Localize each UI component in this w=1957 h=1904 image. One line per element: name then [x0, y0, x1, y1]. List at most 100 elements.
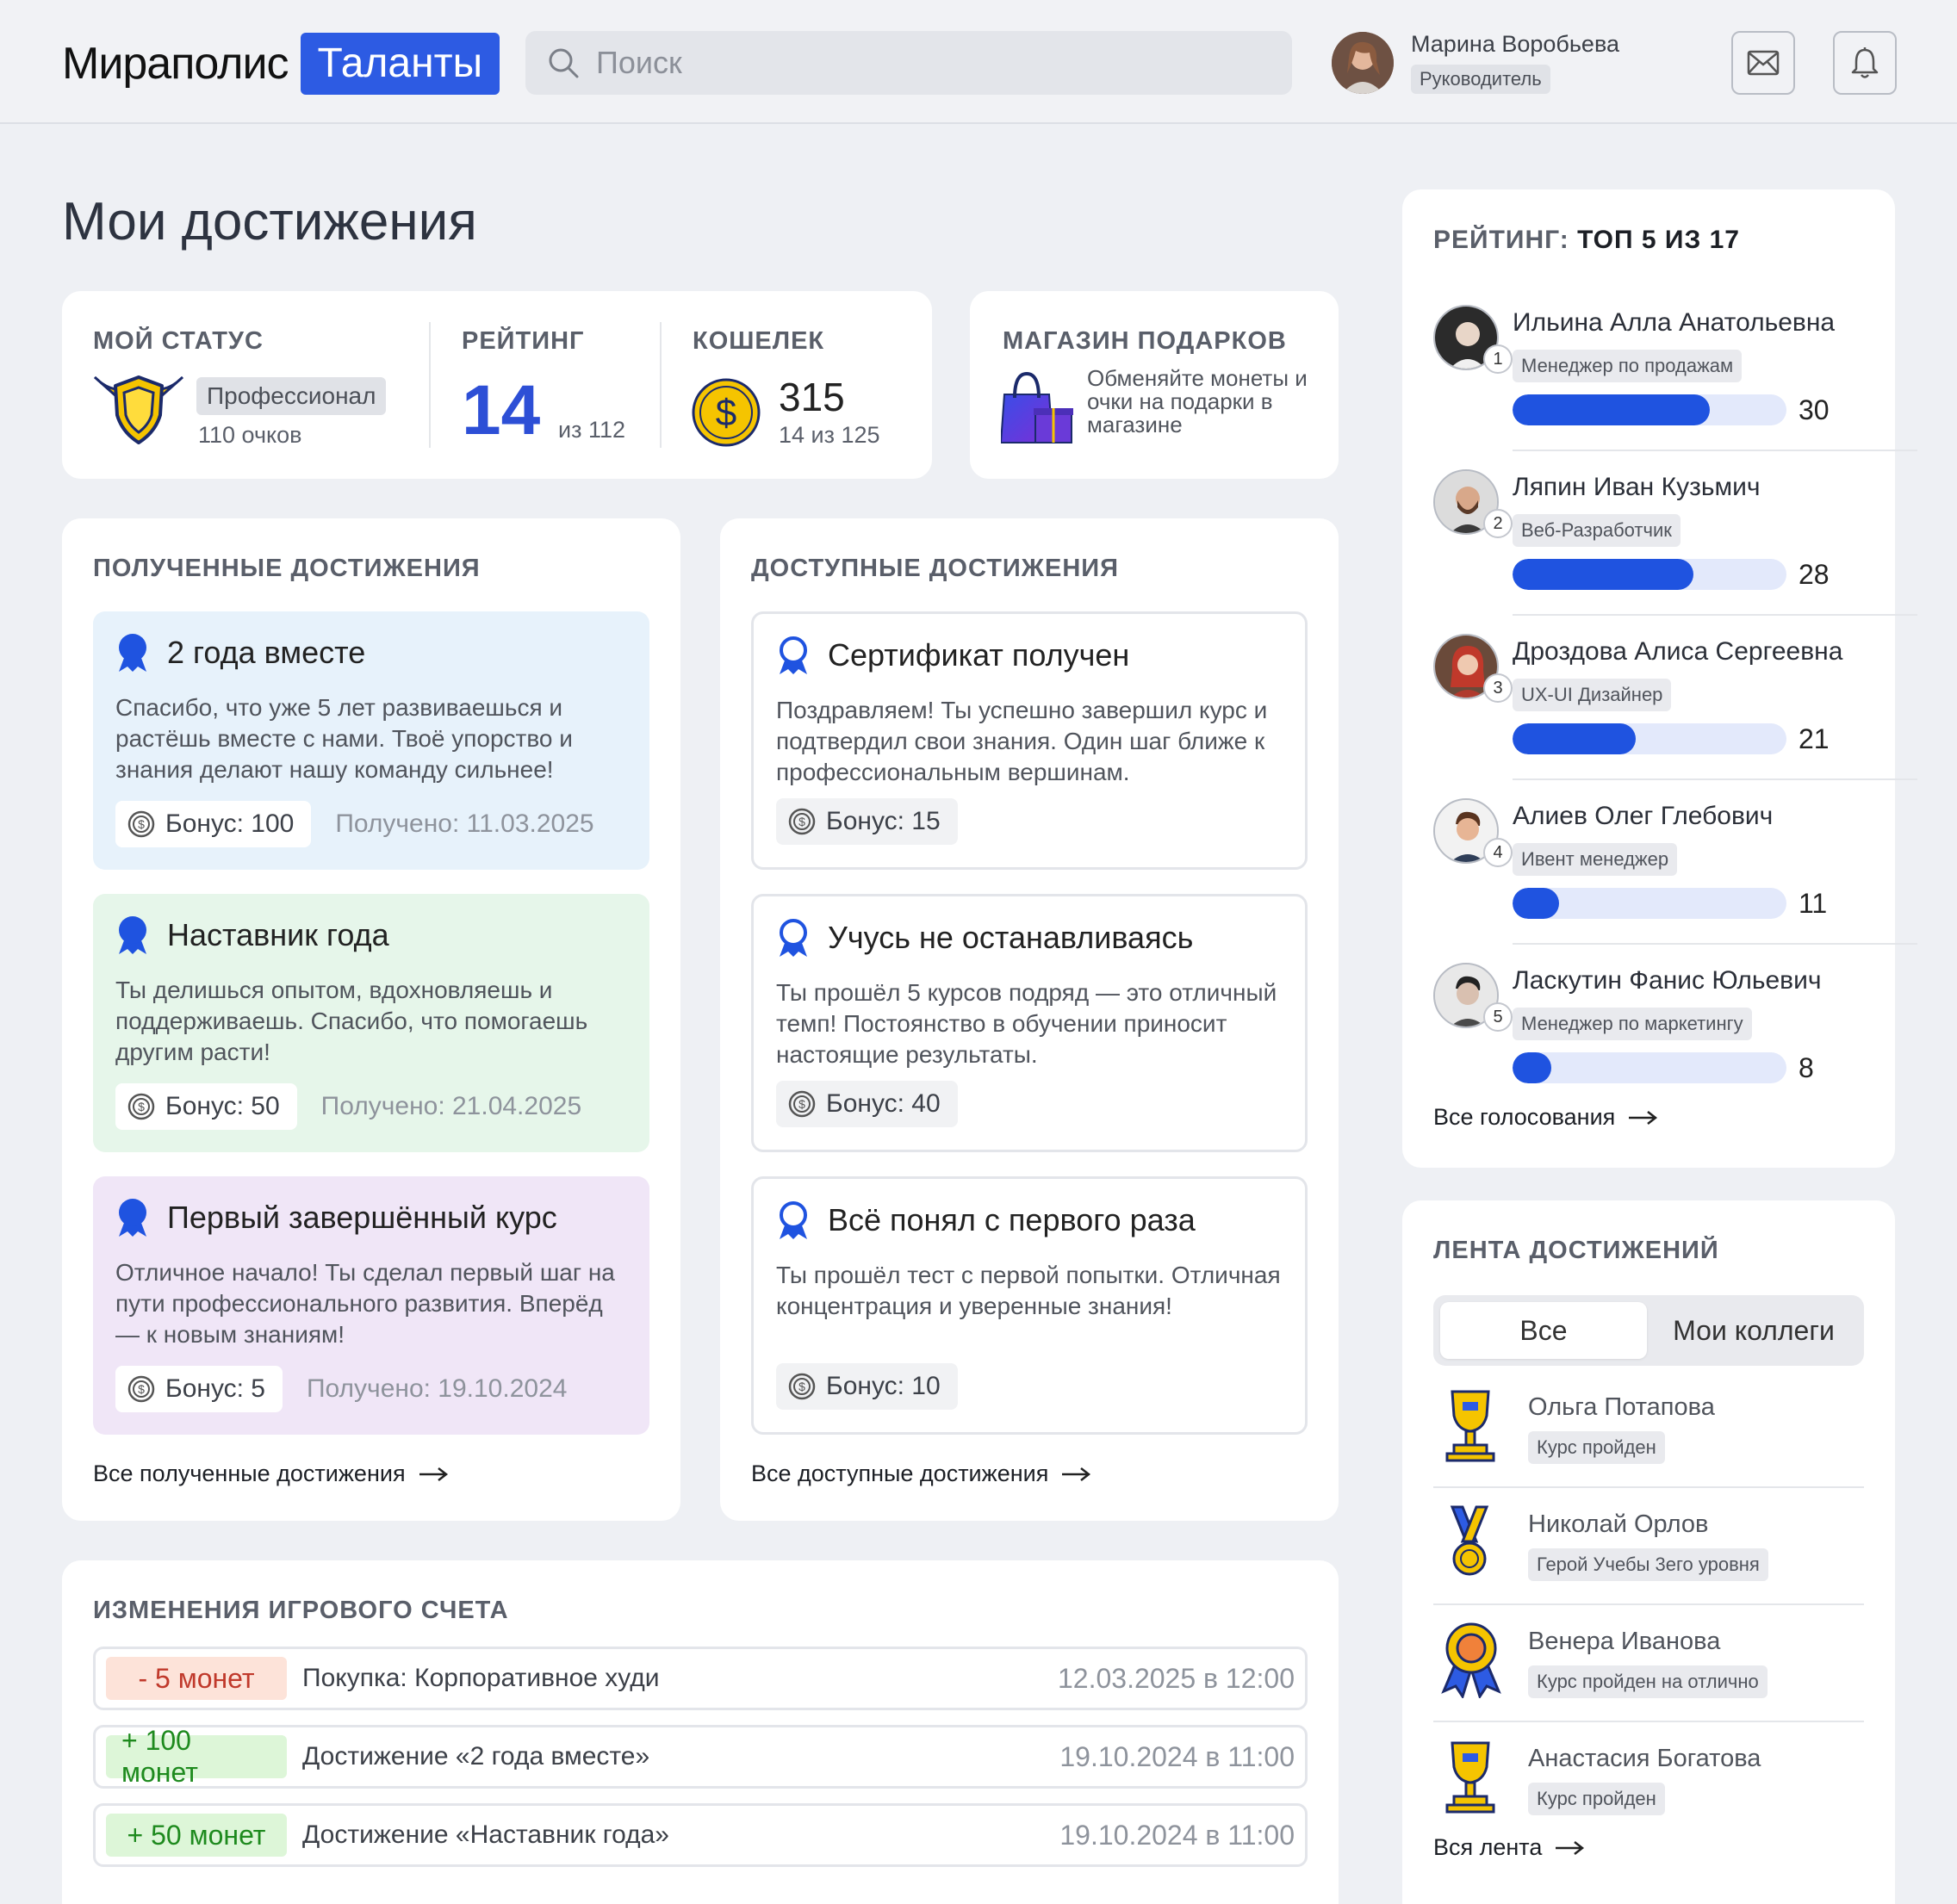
feed-person-name: Николай Орлов — [1528, 1510, 1709, 1538]
mail-icon — [1747, 50, 1780, 76]
achievement-description: Поздравляем! Ты успешно завершил курс и … — [776, 697, 1268, 785]
tab-my-colleagues[interactable]: Мои коллеги — [1650, 1302, 1857, 1359]
achievement-card[interactable]: Первый завершённый курс Отличное начало!… — [93, 1176, 649, 1435]
transaction-row[interactable]: + 100 монет Достижение «2 года вместе» 1… — [93, 1725, 1308, 1789]
user-avatar[interactable] — [1332, 31, 1394, 94]
feed-achievement-tag: Курс пройден на отлично — [1528, 1665, 1768, 1698]
user-profile[interactable]: Марина Воробьева Руководитель — [1332, 31, 1619, 94]
link-label: Все голосования — [1433, 1104, 1616, 1130]
ranking-role: Менеджер по маркетингу — [1513, 1008, 1752, 1040]
divider — [1513, 778, 1917, 780]
rosette-icon — [1441, 1622, 1501, 1698]
my-status-label: МОЙ СТАТУС — [93, 327, 264, 355]
feed-item[interactable]: Николай Орлов Герой Учебы 3его уровня — [1433, 1502, 1864, 1619]
ranking-item[interactable]: 3 Дроздова Алиса Сергеевна UX-UI Дизайне… — [1433, 634, 1957, 797]
all-received-achievements-link[interactable]: Все полученные достижения — [93, 1461, 449, 1487]
ranking-item[interactable]: 1 Ильина Алла Анатольевна Менеджер по пр… — [1433, 305, 1957, 468]
transaction-row[interactable]: + 50 монет Достижение «Наставник года» 1… — [93, 1803, 1308, 1867]
ranking-name: Алиев Олег Глебович — [1513, 802, 1774, 830]
award-ribbon-outline-icon — [780, 1201, 807, 1239]
ranking-role: Ивент менеджер — [1513, 843, 1678, 876]
achievement-card[interactable]: Сертификат получен Поздравляем! Ты успеш… — [751, 611, 1308, 870]
coin-outline-icon: $ — [127, 1375, 155, 1403]
transaction-date: 12.03.2025 в 12:00 — [1057, 1662, 1295, 1694]
ranking-position: 2 — [1483, 509, 1513, 538]
ranking-progress-bar — [1513, 559, 1786, 590]
achievement-title: 2 года вместе — [167, 635, 366, 670]
ranking-progress-bar — [1513, 888, 1786, 919]
transaction-amount: - 5 монет — [106, 1657, 287, 1700]
ranking-role: Веб-Разработчик — [1513, 514, 1681, 547]
ranking-progress-fill — [1513, 888, 1560, 919]
ranking-progress-bar — [1513, 1052, 1786, 1083]
ranking-item[interactable]: 5 Ласкутин Фанис Юльевич Менеджер по мар… — [1433, 963, 1957, 1126]
all-available-achievements-link[interactable]: Все доступные достижения — [751, 1461, 1091, 1487]
search-input[interactable] — [596, 45, 1199, 81]
all-feed-link[interactable]: Вся лента — [1433, 1834, 1585, 1861]
ranking-card: РЕЙТИНГ: ТОП 5 ИЗ 17 1 Ильина Алла Анато… — [1402, 189, 1917, 1168]
arrow-right-icon — [1062, 1467, 1091, 1481]
achievement-card[interactable]: Учусь не останавливаясь Ты прошёл 5 курс… — [751, 894, 1308, 1152]
ranking-item[interactable]: 2 Ляпин Иван Кузьмич Веб-Разработчик 28 — [1433, 469, 1957, 633]
wallet-label: КОШЕЛЕК — [693, 327, 825, 355]
divider — [1433, 1721, 1864, 1722]
feed-person-name: Ольга Потапова — [1528, 1393, 1715, 1421]
arrow-right-icon — [419, 1467, 448, 1481]
achievement-description: Спасибо, что уже 5 лет развиваешься и ра… — [115, 694, 573, 783]
messages-button[interactable] — [1731, 31, 1795, 95]
wallet-value: 315 — [779, 375, 845, 419]
feed-item[interactable]: Ольга Потапова Курс пройден — [1433, 1385, 1864, 1502]
ranking-item[interactable]: 4 Алиев Олег Глебович Ивент менеджер 11 — [1433, 798, 1957, 962]
achievement-card[interactable]: 2 года вместе Спасибо, что уже 5 лет раз… — [93, 611, 649, 870]
ranking-position: 1 — [1483, 344, 1513, 374]
ranking-title-prefix: РЕЙТИНГ: — [1433, 226, 1569, 254]
ranking-name: Дроздова Алиса Сергеевна — [1513, 637, 1843, 666]
received-achievements-card: ПОЛУЧЕННЫЕ ДОСТИЖЕНИЯ 2 года вместе Спас… — [62, 518, 680, 1521]
app-logo[interactable]: Мираполис Таланты — [62, 33, 500, 95]
ranking-progress-fill — [1513, 1052, 1551, 1083]
achievement-card[interactable]: Всё понял с первого раза Ты прошёл тест … — [751, 1176, 1308, 1435]
shield-badge-icon — [93, 375, 184, 444]
search-box[interactable] — [525, 31, 1292, 95]
bonus-badge: $ Бонус: 5 — [115, 1366, 283, 1412]
svg-text:$: $ — [138, 817, 145, 831]
rating-value: 14 — [462, 371, 541, 450]
tab-all[interactable]: Все — [1440, 1302, 1647, 1359]
divider — [429, 322, 431, 448]
svg-text:$: $ — [798, 1097, 805, 1111]
transaction-amount: + 50 монет — [106, 1814, 287, 1857]
award-ribbon-icon — [119, 1199, 146, 1237]
received-date: Получено: 19.10.2024 — [306, 1374, 568, 1403]
medal-icon — [1450, 1505, 1489, 1576]
transaction-row[interactable]: - 5 монет Покупка: Корпоративное худи 12… — [93, 1647, 1308, 1710]
notifications-button[interactable] — [1833, 31, 1897, 95]
gift-shop-card[interactable]: МАГАЗИН ПОДАРКОВ Обменяйте монеты и очки… — [970, 291, 1339, 479]
arrow-right-icon — [1629, 1110, 1658, 1125]
search-icon — [549, 48, 579, 78]
feed-achievement-tag: Курс пройден — [1528, 1783, 1665, 1815]
available-achievements-title: ДОСТУПНЫЕ ДОСТИЖЕНИЯ — [751, 555, 1119, 582]
achievement-description: Ты прошёл 5 курсов подряд — это отличный… — [776, 979, 1277, 1068]
bonus-value: Бонус: 5 — [165, 1374, 265, 1403]
all-votes-link[interactable]: Все голосования — [1433, 1104, 1658, 1131]
feed-title: ЛЕНТА ДОСТИЖЕНИЙ — [1433, 1237, 1719, 1264]
user-name: Марина Воробьева — [1411, 31, 1619, 57]
feed-achievement-tag: Герой Учебы 3его уровня — [1528, 1548, 1768, 1581]
ranking-progress-fill — [1513, 394, 1710, 425]
achievement-card[interactable]: Наставник года Ты делишься опытом, вдохн… — [93, 894, 649, 1152]
link-label: Все доступные достижения — [751, 1461, 1049, 1486]
ranking-progress-bar — [1513, 394, 1786, 425]
divider — [1433, 1603, 1864, 1605]
award-ribbon-outline-icon — [780, 636, 807, 674]
svg-text:$: $ — [138, 1100, 145, 1113]
coin-outline-icon: $ — [127, 1093, 155, 1120]
achievement-title: Наставник года — [167, 917, 389, 952]
bonus-value: Бонус: 50 — [165, 1092, 280, 1120]
divider — [1513, 450, 1917, 451]
received-date: Получено: 11.03.2025 — [335, 809, 594, 838]
rating-label: РЕЙТИНГ — [462, 327, 585, 355]
feed-item[interactable]: Венера Иванова Курс пройден на отлично — [1433, 1619, 1864, 1736]
status-level-badge: Профессионал — [196, 377, 387, 415]
user-role-badge: Руководитель — [1411, 65, 1550, 94]
svg-text:$: $ — [138, 1382, 145, 1396]
